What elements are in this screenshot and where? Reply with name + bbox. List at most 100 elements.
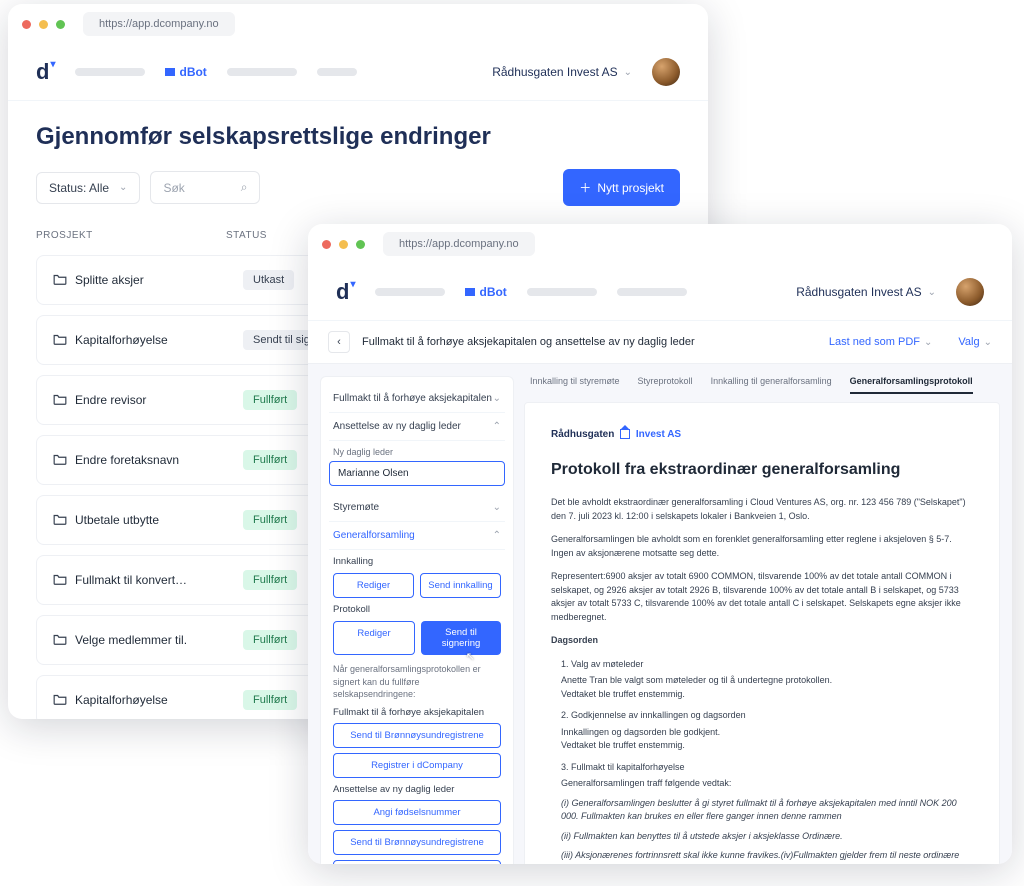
doc-text: Anette Tran ble valgt som møteleder og t… xyxy=(561,674,973,688)
min-dot[interactable] xyxy=(339,240,348,249)
folder-icon xyxy=(53,453,75,468)
search-input[interactable]: Søk⌕ xyxy=(150,171,260,204)
project-name: Splitte aksjer xyxy=(75,273,243,287)
section-label: Fullmakt til å forhøye aksjekapitalen xyxy=(333,707,501,718)
min-dot[interactable] xyxy=(39,20,48,29)
tab-innkalling-gf[interactable]: Innkalling til generalforsamling xyxy=(711,376,832,394)
send-innkalling-button[interactable]: Send innkalling xyxy=(420,573,501,598)
accordion-fullmakt[interactable]: Fullmakt til å forhøye aksjekapitalen⌄ xyxy=(329,385,505,413)
close-dot[interactable] xyxy=(322,240,331,249)
chevron-down-icon: ⌄ xyxy=(984,337,992,348)
breadcrumb-bar: ‹ Fullmakt til å forhøye aksjekapitalen … xyxy=(308,321,1012,364)
document-editor-window: https://app.dcompany.no d▾ dBot Rådhusga… xyxy=(308,224,1012,864)
nav-item-placeholder[interactable] xyxy=(227,68,297,76)
url-bar[interactable]: https://app.dcompany.no xyxy=(83,12,235,36)
daglig-leder-input[interactable] xyxy=(329,461,505,486)
company-selector[interactable]: Rådhusgaten Invest AS⌄ xyxy=(492,65,632,79)
document-preview[interactable]: Rådhusgaten Invest AS Protokoll fra ekst… xyxy=(524,402,1000,864)
breadcrumb: Fullmakt til å forhøye aksjekapitalen og… xyxy=(362,336,817,348)
section-label: Innkalling xyxy=(333,556,501,567)
chevron-up-icon: ⌃ xyxy=(493,421,501,432)
send-signering-button[interactable]: Send til signering↖ xyxy=(421,621,501,655)
nav-item-placeholder[interactable] xyxy=(375,288,445,296)
rediger-innkalling-button[interactable]: Rediger xyxy=(333,573,414,598)
doc-tabs: Innkalling til styremøte Styreprotokoll … xyxy=(524,376,1000,402)
send-bronnoysund-button[interactable]: Send til Brønnøysundregistrene xyxy=(333,723,501,748)
chevron-up-icon: ⌃ xyxy=(493,530,501,541)
nav-item-placeholder[interactable] xyxy=(75,68,145,76)
browser-chrome: https://app.dcompany.no xyxy=(8,4,708,44)
logo[interactable]: d▾ xyxy=(336,279,355,305)
max-dot[interactable] xyxy=(356,240,365,249)
back-button[interactable]: ‹ xyxy=(328,331,350,353)
doc-text: Generalforsamlingen traff følgende vedta… xyxy=(561,777,973,791)
project-name: Endre revisor xyxy=(75,393,243,407)
url-bar[interactable]: https://app.dcompany.no xyxy=(383,232,535,256)
status-badge: Fullført xyxy=(243,630,297,650)
tab-gf-protokoll[interactable]: Generalforsamlingsprotokoll xyxy=(850,376,973,394)
chevron-down-icon: ⌄ xyxy=(493,502,501,513)
doc-text: Vedtaket ble truffet enstemmig. xyxy=(561,688,973,702)
tab-innkalling-styremote[interactable]: Innkalling til styremøte xyxy=(530,376,620,394)
doc-paragraph: Generalforsamlingen ble avholdt som en f… xyxy=(551,533,973,560)
doc-brand: Rådhusgaten Invest AS xyxy=(551,427,973,442)
doc-italic: (ii) Fullmakten kan benyttes til å utste… xyxy=(561,830,973,844)
avatar[interactable] xyxy=(652,58,680,86)
document-area: Innkalling til styremøte Styreprotokoll … xyxy=(514,364,1012,864)
tab-styreprotokoll[interactable]: Styreprotokoll xyxy=(638,376,693,394)
flag-icon xyxy=(165,68,175,76)
doc-text: Innkallingen og dagsorden ble godkjent. xyxy=(561,726,973,740)
top-nav: d▾ dBot Rådhusgaten Invest AS⌄ xyxy=(8,44,708,101)
section-label: Protokoll xyxy=(333,604,501,615)
project-name: Fullmakt til konvert… xyxy=(75,573,243,587)
section-label: Ansettelse av ny daglig leder xyxy=(333,784,501,795)
search-icon: ⌕ xyxy=(241,180,248,195)
chevron-down-icon: ⌄ xyxy=(119,182,127,193)
send-bronnoysund-button-2[interactable]: Send til Brønnøysundregistrene xyxy=(333,830,501,855)
status-filter[interactable]: Status: Alle⌄ xyxy=(36,172,140,204)
doc-list-item: 1. Valg av møteleder xyxy=(561,658,973,672)
download-pdf-link[interactable]: Last ned som PDF⌄ xyxy=(829,336,932,348)
angi-fnr-button[interactable]: Angi fødselsnummer xyxy=(333,800,501,825)
new-project-button[interactable]: ＋Nytt prosjekt xyxy=(563,169,680,206)
doc-italic: (i) Generalforsamlingen beslutter å gi s… xyxy=(561,797,973,824)
registrer-dcompany-button[interactable]: Registrer i dCompany xyxy=(333,753,501,778)
doc-paragraph: Representert:6900 aksjer av totalt 6900 … xyxy=(551,570,973,624)
close-dot[interactable] xyxy=(22,20,31,29)
cursor-icon: ↖ xyxy=(466,650,475,663)
accordion-generalforsamling[interactable]: Generalforsamling⌃ xyxy=(329,522,505,550)
nav-item-placeholder[interactable] xyxy=(617,288,687,296)
doc-italic: (iii) Aksjonærenes fortrinnsrett skal ik… xyxy=(561,849,973,864)
folder-icon xyxy=(53,393,75,408)
doc-subheading: Dagsorden xyxy=(551,634,973,648)
rediger-protokoll-button[interactable]: Rediger xyxy=(333,621,415,655)
status-badge: Fullført xyxy=(243,570,297,590)
nav-item-placeholder[interactable] xyxy=(317,68,357,76)
project-name: Utbetale utbytte xyxy=(75,513,243,527)
doc-list-item: 3. Fullmakt til kapitalforhøyelse xyxy=(561,761,973,775)
options-link[interactable]: Valg⌄ xyxy=(958,336,992,348)
registrer-dcompany-button-2[interactable]: Registrer i dCompany xyxy=(333,860,501,864)
nav-item-placeholder[interactable] xyxy=(527,288,597,296)
dbot-link[interactable]: dBot xyxy=(465,285,506,299)
status-badge: Fullført xyxy=(243,690,297,710)
project-name: Kapitalforhøyelse xyxy=(75,693,243,707)
dbot-link[interactable]: dBot xyxy=(165,65,206,79)
status-badge: Fullført xyxy=(243,450,297,470)
folder-icon xyxy=(53,273,75,288)
logo[interactable]: d▾ xyxy=(36,59,55,85)
max-dot[interactable] xyxy=(56,20,65,29)
chevron-down-icon: ⌄ xyxy=(624,67,632,78)
avatar[interactable] xyxy=(956,278,984,306)
accordion-styremote[interactable]: Styremøte⌄ xyxy=(329,494,505,522)
help-text: Når generalforsamlingsprotokollen er sig… xyxy=(333,663,501,701)
folder-icon xyxy=(53,693,75,708)
chevron-down-icon: ⌄ xyxy=(928,287,936,298)
doc-paragraph: Det ble avholdt ekstraordinær generalfor… xyxy=(551,496,973,523)
accordion-ansettelse[interactable]: Ansettelse av ny daglig leder⌃ xyxy=(329,413,505,441)
status-badge: Utkast xyxy=(243,270,294,290)
field-label: Ny daglig leder xyxy=(333,447,501,457)
project-name: Endre foretaksnavn xyxy=(75,453,243,467)
company-selector[interactable]: Rådhusgaten Invest AS⌄ xyxy=(796,285,936,299)
project-name: Kapitalforhøyelse xyxy=(75,333,243,347)
